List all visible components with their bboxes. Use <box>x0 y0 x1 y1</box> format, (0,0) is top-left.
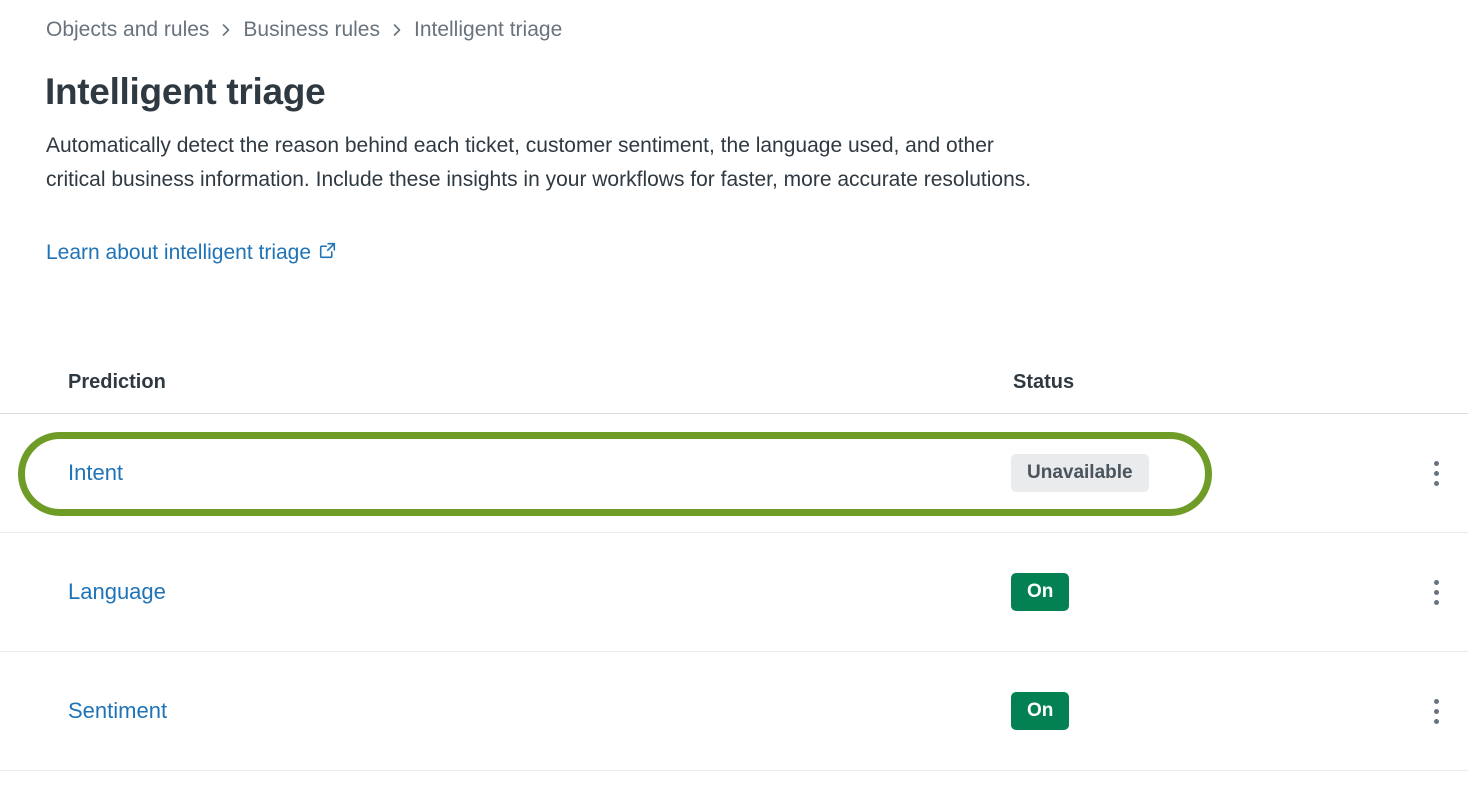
kebab-dot <box>1433 460 1439 466</box>
chevron-right-icon <box>209 16 243 44</box>
kebab-menu-icon[interactable] <box>1419 575 1453 609</box>
breadcrumb-item-objects-and-rules[interactable]: Objects and rules <box>46 16 209 44</box>
kebab-dot <box>1433 718 1439 724</box>
kebab-dot <box>1433 470 1439 476</box>
row-actions <box>1404 533 1468 651</box>
prediction-link-language[interactable]: Language <box>68 579 166 604</box>
kebab-menu-icon[interactable] <box>1419 456 1453 490</box>
cell-prediction: Language <box>68 579 1011 605</box>
cell-prediction: Sentiment <box>68 698 1011 724</box>
learn-about-intelligent-triage-link[interactable]: Learn about intelligent triage <box>46 238 336 268</box>
table-row[interactable]: Intent Unavailable <box>0 414 1468 533</box>
learn-link-label: Learn about intelligent triage <box>46 241 312 264</box>
prediction-link-sentiment[interactable]: Sentiment <box>68 698 167 723</box>
breadcrumb: Objects and rules Business rules Intelli… <box>46 16 562 44</box>
external-link-icon <box>319 238 336 268</box>
kebab-dot <box>1433 708 1439 714</box>
column-header-status: Status <box>1013 371 1075 393</box>
kebab-dot <box>1433 579 1439 585</box>
table-header-row: Prediction Status <box>0 352 1468 414</box>
page-description: Automatically detect the reason behind e… <box>46 134 1032 191</box>
status-badge: Unavailable <box>1011 454 1149 492</box>
kebab-dot <box>1433 599 1439 605</box>
status-badge: On <box>1011 573 1070 611</box>
kebab-dot <box>1433 589 1439 595</box>
cell-prediction: Intent <box>68 460 1011 486</box>
table-row[interactable]: Language On <box>0 533 1468 652</box>
row-actions <box>1404 414 1468 532</box>
kebab-dot <box>1433 480 1439 486</box>
prediction-link-intent[interactable]: Intent <box>68 460 123 485</box>
predictions-table: Prediction Status Intent Unavailable Lan… <box>0 352 1468 771</box>
cell-status: Unavailable <box>1011 454 1431 492</box>
chevron-right-icon <box>380 16 414 44</box>
cell-status: On <box>1011 692 1431 730</box>
breadcrumb-item-business-rules[interactable]: Business rules <box>243 16 380 44</box>
column-header-prediction: Prediction <box>68 371 166 393</box>
cell-status: On <box>1011 573 1431 611</box>
row-actions <box>1404 652 1468 770</box>
page-title: Intelligent triage <box>45 71 326 112</box>
breadcrumb-item-current: Intelligent triage <box>413 18 563 41</box>
status-badge: On <box>1011 692 1070 730</box>
table-row[interactable]: Sentiment On <box>0 652 1468 771</box>
kebab-menu-icon[interactable] <box>1419 694 1453 728</box>
kebab-dot <box>1433 698 1439 704</box>
